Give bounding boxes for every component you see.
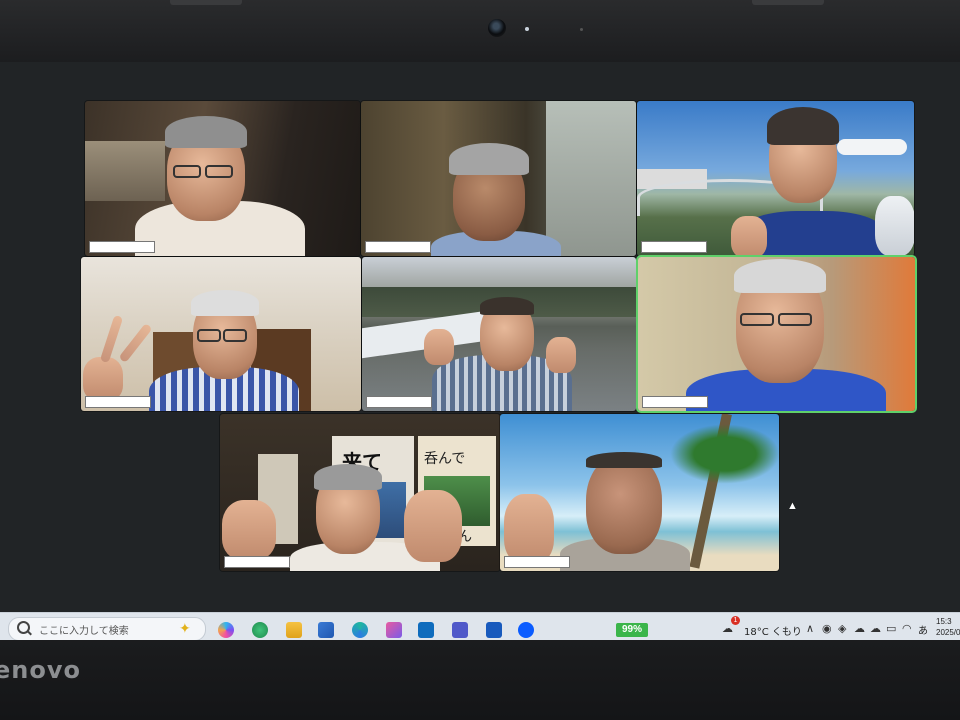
waving-hand	[222, 500, 276, 560]
laptop-bottom-bezel	[0, 640, 960, 720]
participant-hair	[734, 259, 826, 293]
windows-taskbar: ここに入力して検索 ✦ 99% ☁ 1 18°C くもり ∧ ◉ ◈ ☁ ☁ ▭…	[0, 612, 960, 643]
glasses	[778, 313, 812, 326]
wifi-icon[interactable]: ◠	[902, 622, 912, 635]
palm-leaves	[670, 424, 779, 484]
video-tile-7[interactable]: 来て 呑んで ん	[220, 414, 500, 571]
taskbar-clock[interactable]: 15:3 2025/0	[936, 616, 960, 638]
teams-icon[interactable]	[452, 622, 468, 638]
participant-head	[586, 454, 662, 554]
file-explorer-icon[interactable]	[286, 622, 302, 638]
video-tile-5[interactable]	[362, 257, 636, 411]
participant-hair	[314, 464, 382, 490]
participant-hair	[449, 143, 529, 175]
participant-name-tag	[224, 556, 290, 568]
video-tile-3[interactable]	[637, 101, 914, 256]
participant-name-tag	[89, 241, 155, 253]
glasses	[197, 329, 221, 342]
chevron-up-icon[interactable]: ∧	[806, 622, 814, 635]
participant-hair	[165, 116, 247, 148]
battery-icon[interactable]: ▭	[886, 622, 896, 635]
glasses	[205, 165, 233, 178]
waving-hand	[504, 494, 554, 564]
video-tile-4[interactable]	[81, 257, 361, 411]
waving-hand	[404, 490, 462, 562]
peace-sign-hand	[83, 357, 123, 401]
participant-name-tag	[366, 396, 432, 408]
record-icon[interactable]: ◉	[822, 622, 832, 635]
search-highlight-icon[interactable]: ✦	[179, 620, 191, 637]
participant-name-tag	[641, 241, 707, 253]
participant-hair	[480, 297, 534, 315]
search-placeholder: ここに入力して検索	[39, 626, 129, 637]
taskbar-search-box[interactable]: ここに入力して検索 ✦	[8, 617, 206, 641]
copilot-icon[interactable]	[218, 622, 234, 638]
webcam	[488, 19, 506, 37]
waving-hand	[875, 196, 914, 256]
photos-icon[interactable]	[386, 622, 402, 638]
search-icon	[17, 621, 30, 634]
sensor-dot	[580, 28, 583, 31]
teams-chat-icon[interactable]	[252, 622, 268, 638]
battery-percentage-badge[interactable]: 99%	[616, 623, 648, 637]
peace-finger	[118, 322, 153, 364]
glasses	[223, 329, 247, 342]
laptop-top-bezel	[0, 0, 960, 62]
outlook-icon[interactable]	[418, 622, 434, 638]
participant-name-tag	[504, 556, 570, 568]
clock-time: 15:3	[936, 617, 952, 626]
weather-alert-badge: 1	[731, 616, 740, 625]
participant-hair	[767, 107, 839, 145]
mouse-cursor-icon: ▲	[787, 500, 798, 512]
background-cloud	[837, 139, 907, 155]
background-window	[546, 101, 636, 256]
participant-name-tag	[365, 241, 431, 253]
video-tile-1[interactable]	[85, 101, 360, 256]
video-tile-6-active-speaker[interactable]	[638, 257, 915, 411]
participant-name-tag	[85, 396, 151, 408]
weather-cloud-icon: ☁	[722, 623, 733, 635]
glasses	[740, 313, 774, 326]
participant-hair	[586, 452, 662, 468]
zoom-icon[interactable]	[518, 622, 534, 638]
clock-date: 2025/0	[936, 628, 960, 637]
laptop-brand-logo: enovo	[0, 656, 81, 684]
word-icon[interactable]	[486, 622, 502, 638]
participant-name-tag	[642, 396, 708, 408]
edge-browser-icon[interactable]	[352, 622, 368, 638]
bezel-hinge	[752, 0, 824, 5]
glasses	[173, 165, 201, 178]
microsoft-store-icon[interactable]	[318, 622, 334, 638]
video-tile-8[interactable]	[500, 414, 779, 571]
poster-text: 呑んで	[424, 451, 466, 467]
waving-hand	[731, 216, 767, 256]
bezel-hinge	[170, 0, 242, 5]
weather-text[interactable]: 18°C くもり	[744, 623, 802, 638]
waving-hand	[424, 329, 454, 365]
shield-icon[interactable]: ◈	[838, 622, 846, 635]
video-tile-2[interactable]	[361, 101, 636, 256]
participant-hair	[191, 290, 259, 316]
webcam-light	[525, 27, 529, 31]
waving-hand	[546, 337, 576, 373]
ime-indicator[interactable]: あ	[918, 622, 928, 637]
onedrive-cloud-icon[interactable]: ☁	[854, 622, 865, 635]
cloud-sync-icon[interactable]: ☁	[870, 622, 881, 635]
background-window	[85, 141, 165, 201]
